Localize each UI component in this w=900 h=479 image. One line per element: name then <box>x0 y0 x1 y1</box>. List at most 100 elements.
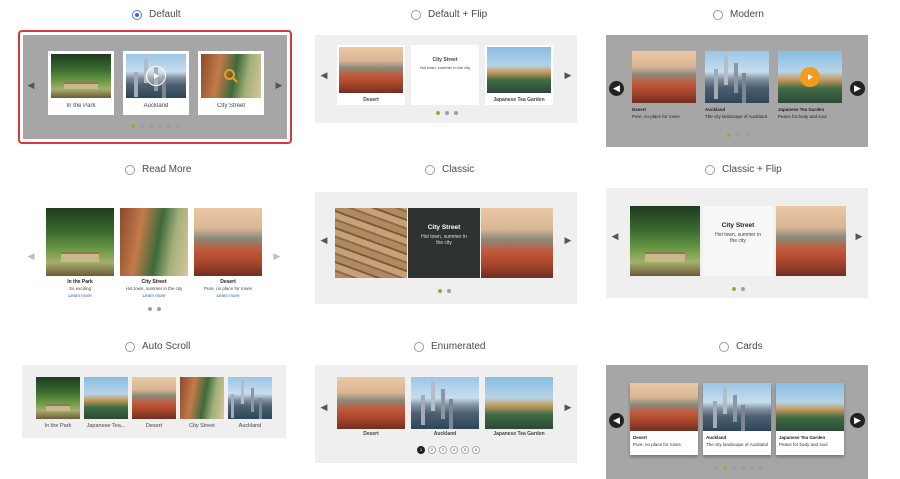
prev-arrow[interactable]: ◀ <box>609 413 624 428</box>
slide-image[interactable] <box>84 377 128 419</box>
dot[interactable] <box>436 111 440 115</box>
dot[interactable] <box>723 466 727 470</box>
radio-default[interactable] <box>132 9 142 20</box>
dot[interactable] <box>438 289 442 293</box>
option-modern[interactable]: Modern <box>713 9 764 20</box>
page-number[interactable]: 1 <box>417 446 425 454</box>
prev-arrow[interactable]: ◀ <box>319 401 329 413</box>
radio-read-more[interactable] <box>125 164 135 175</box>
slide-image[interactable] <box>481 208 553 278</box>
slide-image[interactable] <box>776 206 846 276</box>
prev-arrow[interactable]: ◀ <box>610 230 620 242</box>
dot[interactable] <box>158 124 162 128</box>
slide-card-flipped[interactable]: City Street Hot town, summer in the city <box>703 206 773 276</box>
dot[interactable] <box>727 133 731 137</box>
slide-card[interactable]: Auckland The city landscape of Auckland <box>703 383 771 455</box>
slide-card[interactable]: In the Park <box>48 51 114 115</box>
dot[interactable] <box>176 124 180 128</box>
prev-arrow[interactable]: ◀ <box>26 250 36 262</box>
dot[interactable] <box>131 124 135 128</box>
prev-arrow[interactable]: ◀ <box>319 69 329 81</box>
preview-read-more[interactable]: ◀ ▶ In the Park So exciting Learn more C… <box>20 188 290 320</box>
slide-image[interactable] <box>632 51 696 103</box>
slide-image[interactable] <box>630 206 700 276</box>
page-number[interactable]: 2 <box>428 446 436 454</box>
learn-more-link[interactable]: Learn more <box>120 293 188 298</box>
dot[interactable] <box>759 466 763 470</box>
slide-image[interactable] <box>180 377 224 419</box>
page-number[interactable]: 5 <box>461 446 469 454</box>
preview-modern[interactable]: ◀ ▶ Desert Pure, no place for roses Auck… <box>606 35 868 147</box>
slide-image[interactable] <box>132 377 176 419</box>
next-arrow[interactable]: ▶ <box>850 413 865 428</box>
dot[interactable] <box>714 466 718 470</box>
radio-cards[interactable] <box>719 341 729 352</box>
preview-default-flip[interactable]: ◀ ▶ Desert City Street Hot town, summer … <box>315 35 577 123</box>
slide-card-flipped[interactable]: City Street Hot town, summer in the city <box>411 45 479 105</box>
next-arrow[interactable]: ▶ <box>850 81 865 96</box>
dot[interactable] <box>445 111 449 115</box>
option-enumerated[interactable]: Enumerated <box>414 341 485 352</box>
radio-classic-flip[interactable] <box>705 164 715 175</box>
option-auto-scroll[interactable]: Auto Scroll <box>125 341 190 352</box>
slide-image[interactable] <box>46 208 114 276</box>
slide-image[interactable] <box>194 208 262 276</box>
dot[interactable] <box>148 307 152 311</box>
preview-auto-scroll[interactable]: In the Park Japanese Tea... Desert City … <box>22 365 286 438</box>
next-arrow[interactable]: ▶ <box>274 79 284 91</box>
next-arrow[interactable]: ▶ <box>854 230 864 242</box>
prev-arrow[interactable]: ◀ <box>26 79 36 91</box>
option-classic-flip[interactable]: Classic + Flip <box>705 164 782 175</box>
dot[interactable] <box>732 466 736 470</box>
dot[interactable] <box>750 466 754 470</box>
next-arrow[interactable]: ▶ <box>563 69 573 81</box>
page-number[interactable]: 3 <box>439 446 447 454</box>
dot[interactable] <box>149 124 153 128</box>
page-number[interactable]: 6 <box>472 446 480 454</box>
next-arrow[interactable]: ▶ <box>563 234 573 246</box>
slide-card[interactable]: Japanese Tea Garden <box>485 45 553 105</box>
option-default[interactable]: Default <box>132 9 181 20</box>
page-number[interactable]: 4 <box>450 446 458 454</box>
dot[interactable] <box>167 124 171 128</box>
dot[interactable] <box>157 307 161 311</box>
radio-classic[interactable] <box>425 164 435 175</box>
slide-image[interactable] <box>337 377 405 429</box>
learn-more-link[interactable]: Learn more <box>194 293 262 298</box>
slide-image[interactable] <box>705 51 769 103</box>
dot[interactable] <box>140 124 144 128</box>
option-default-flip[interactable]: Default + Flip <box>411 9 487 20</box>
preview-classic-flip[interactable]: ◀ ▶ City Street Hot town, summer in the … <box>606 188 868 298</box>
next-arrow[interactable]: ▶ <box>272 250 282 262</box>
slide-image[interactable] <box>411 377 479 429</box>
dot[interactable] <box>741 287 745 291</box>
slide-image[interactable] <box>485 377 553 429</box>
slide-image[interactable] <box>120 208 188 276</box>
preview-classic[interactable]: ◀ ▶ City Street Hot town, summer in the … <box>315 192 577 304</box>
magnifier-icon[interactable] <box>221 66 241 86</box>
slide-overlay-card[interactable]: City Street Hot town, summer in the city <box>408 208 480 278</box>
slide-image[interactable] <box>335 208 407 278</box>
preview-cards[interactable]: ◀ ▶ Desert Pure, no place for roses Auck… <box>606 365 868 479</box>
radio-modern[interactable] <box>713 9 723 20</box>
option-read-more[interactable]: Read More <box>125 164 191 175</box>
dot[interactable] <box>741 466 745 470</box>
play-icon[interactable] <box>800 67 820 87</box>
slide-card[interactable]: Desert Pure, no place for roses <box>630 383 698 455</box>
preview-enumerated[interactable]: ◀ ▶ Desert Auckland Japanese Tea Garden … <box>315 365 577 463</box>
play-icon[interactable] <box>146 66 166 86</box>
dot[interactable] <box>447 289 451 293</box>
prev-arrow[interactable]: ◀ <box>319 234 329 246</box>
slide-image[interactable] <box>36 377 80 419</box>
dot[interactable] <box>745 133 749 137</box>
dot[interactable] <box>736 133 740 137</box>
radio-enumerated[interactable] <box>414 341 424 352</box>
learn-more-link[interactable]: Learn more <box>46 293 114 298</box>
option-cards[interactable]: Cards <box>719 341 763 352</box>
slide-image[interactable] <box>228 377 272 419</box>
prev-arrow[interactable]: ◀ <box>609 81 624 96</box>
next-arrow[interactable]: ▶ <box>563 401 573 413</box>
option-classic[interactable]: Classic <box>425 164 474 175</box>
slide-card[interactable]: Japanese Tea Garden Peace for body and s… <box>776 383 844 455</box>
dot[interactable] <box>732 287 736 291</box>
